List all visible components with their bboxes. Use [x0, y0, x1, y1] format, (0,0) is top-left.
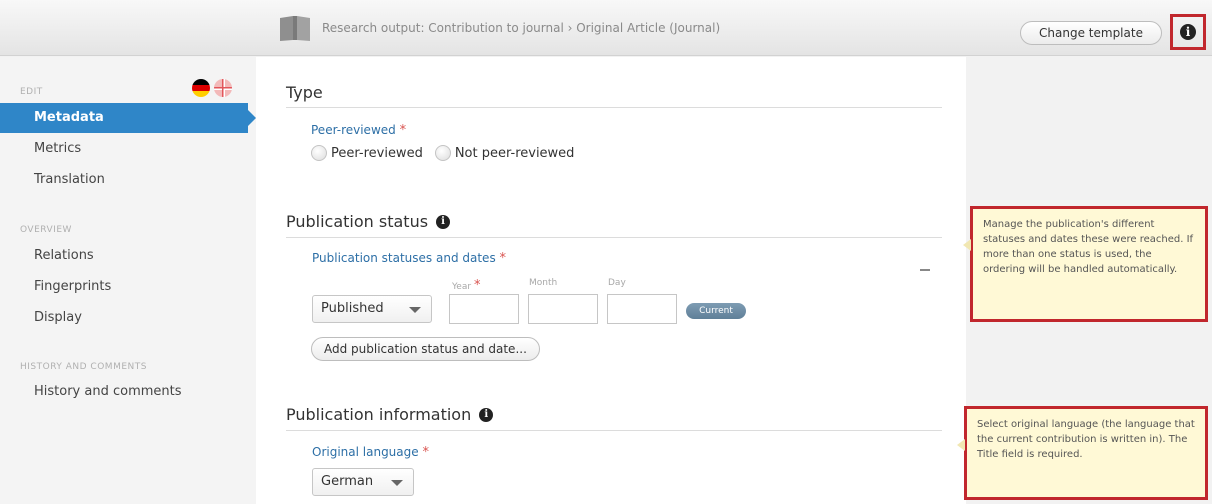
english-flag-icon[interactable]	[214, 79, 232, 97]
required-mark: *	[399, 123, 407, 138]
section-title-publication-information: Publication information i	[286, 405, 494, 424]
divider	[286, 237, 942, 238]
year-label: Year *	[452, 278, 480, 293]
year-label-text: Year	[452, 282, 472, 292]
info-icon[interactable]: i	[436, 214, 451, 229]
chevron-down-icon	[409, 307, 421, 313]
original-language-tooltip-text: Select original language (the language t…	[977, 419, 1195, 460]
section-title-type: Type	[286, 83, 323, 102]
chevron-down-icon	[391, 480, 403, 486]
year-input[interactable]	[449, 294, 519, 324]
publication-information-title-text: Publication information	[286, 405, 472, 424]
sidebar-item-history-and-comments[interactable]: History and comments	[0, 377, 256, 407]
required-mark: *	[499, 251, 507, 266]
sidebar-heading-history: HISTORY AND COMMENTS	[20, 362, 147, 372]
sidebar-item-relations[interactable]: Relations	[0, 241, 256, 271]
add-publication-status-button[interactable]: Add publication status and date...	[311, 337, 540, 361]
current-status-badge[interactable]: Current	[686, 303, 746, 319]
original-language-tooltip: Select original language (the language t…	[957, 406, 1208, 500]
publication-status-select[interactable]: Published	[312, 295, 432, 323]
sidebar-item-fingerprints[interactable]: Fingerprints	[0, 272, 256, 302]
sidebar-heading-overview: OVERVIEW	[20, 225, 72, 235]
day-input[interactable]	[607, 294, 677, 324]
original-language-label-text: Original language	[312, 445, 419, 459]
original-language-label: Original language *	[312, 445, 429, 460]
sidebar-item-display[interactable]: Display	[0, 303, 256, 333]
publication-status-value: Published	[321, 301, 384, 316]
sidebar-item-translation[interactable]: Translation	[0, 165, 256, 195]
peer-reviewed-label-text: Peer-reviewed	[311, 123, 396, 137]
header-info-button[interactable]: i	[1170, 14, 1206, 50]
breadcrumb-text: Research output: Contribution to journal…	[322, 21, 721, 35]
publication-status-tooltip: Manage the publication's different statu…	[963, 206, 1208, 322]
metadata-form: Type Peer-reviewed * Peer-reviewed Not p…	[256, 57, 966, 504]
type-title-text: Type	[286, 83, 323, 102]
remove-status-button[interactable]	[920, 269, 930, 271]
sidebar: EDIT Metadata Metrics Translation OVERVI…	[0, 57, 256, 504]
required-mark: *	[473, 278, 481, 293]
not-peer-reviewed-option-label[interactable]: Not peer-reviewed	[455, 146, 575, 161]
breadcrumb: Research output: Contribution to journal…	[278, 14, 720, 42]
publication-statuses-label-text: Publication statuses and dates	[312, 251, 496, 265]
original-language-value: German	[321, 474, 374, 489]
language-flags	[192, 79, 232, 97]
info-icon: i	[1180, 24, 1196, 40]
day-label: Day	[608, 278, 626, 288]
german-flag-icon[interactable]	[192, 79, 210, 97]
sidebar-item-metadata[interactable]: Metadata	[0, 103, 256, 133]
peer-reviewed-option-label[interactable]: Peer-reviewed	[331, 146, 423, 161]
publication-status-tooltip-text: Manage the publication's different statu…	[983, 219, 1194, 275]
publication-status-title-text: Publication status	[286, 212, 429, 231]
book-icon	[280, 16, 310, 41]
peer-reviewed-radio[interactable]	[311, 145, 327, 161]
not-peer-reviewed-radio[interactable]	[434, 145, 451, 161]
divider	[286, 107, 942, 108]
peer-reviewed-label: Peer-reviewed *	[311, 123, 406, 138]
divider	[286, 430, 942, 431]
publication-statuses-label: Publication statuses and dates *	[312, 251, 506, 266]
month-label: Month	[529, 278, 558, 288]
required-mark: *	[422, 445, 429, 460]
top-bar: Research output: Contribution to journal…	[0, 0, 1212, 56]
sidebar-item-metrics[interactable]: Metrics	[0, 134, 256, 164]
info-icon[interactable]: i	[479, 407, 494, 422]
change-template-button[interactable]: Change template	[1020, 21, 1162, 45]
sidebar-heading-edit: EDIT	[20, 87, 43, 97]
peer-review-options: Peer-reviewed Not peer-reviewed	[311, 145, 586, 161]
month-input[interactable]	[528, 294, 598, 324]
original-language-select[interactable]: German	[312, 468, 414, 496]
section-title-publication-status: Publication status i	[286, 212, 451, 231]
